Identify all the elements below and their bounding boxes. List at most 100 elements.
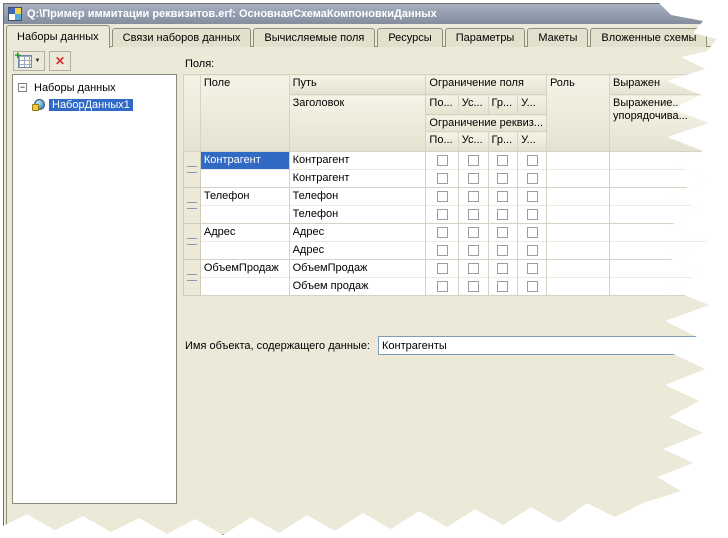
restriction-checkbox[interactable]: [527, 245, 538, 256]
field-value[interactable]: Контрагент: [201, 152, 289, 169]
role-cell[interactable]: [546, 152, 609, 188]
expression-cell[interactable]: [610, 224, 724, 260]
path-value[interactable]: Контрагент: [290, 152, 426, 169]
restriction-checkbox[interactable]: [468, 227, 479, 238]
tree-root-datasets[interactable]: − Наборы данных: [13, 79, 176, 96]
expression-cell[interactable]: [610, 152, 724, 188]
restriction-checkbox[interactable]: [527, 209, 538, 220]
restriction-checkbox[interactable]: [497, 173, 508, 184]
role-cell[interactable]: [546, 224, 609, 260]
col-header-path: Путь: [289, 75, 426, 95]
field-cell[interactable]: Адрес: [200, 224, 289, 260]
restriction-checkbox[interactable]: [437, 173, 448, 184]
restriction-checkbox[interactable]: [468, 263, 479, 274]
col-header-title: Заголовок: [289, 95, 426, 152]
add-dataset-button[interactable]: + ▼: [13, 51, 45, 71]
restriction-checkbox[interactable]: [527, 227, 538, 238]
restriction-cell: [426, 152, 458, 188]
restriction-cell: [426, 224, 458, 260]
restriction-checkbox[interactable]: [527, 155, 538, 166]
title-bar[interactable]: Q:\Пример иммитации реквизитов.erf: Осно…: [4, 4, 724, 24]
row-grip[interactable]: [184, 260, 201, 296]
path-cell[interactable]: Контрагент Контрагент: [289, 152, 426, 188]
restriction-checkbox[interactable]: [468, 191, 479, 202]
tree-item-dataset1[interactable]: НаборДанных1: [13, 96, 176, 113]
restriction-checkbox[interactable]: [468, 155, 479, 166]
tab-layouts[interactable]: Макеты: [527, 28, 588, 47]
path-cell[interactable]: ОбъемПродаж Объем продаж: [289, 260, 426, 296]
field-cell[interactable]: ОбъемПродаж: [200, 260, 289, 296]
delete-dataset-button[interactable]: ✕: [49, 51, 71, 71]
expression-cell[interactable]: [610, 260, 724, 296]
restriction-checkbox[interactable]: [437, 263, 448, 274]
restriction-checkbox[interactable]: [527, 173, 538, 184]
row-grip[interactable]: [184, 188, 201, 224]
restriction-cell: [426, 188, 458, 224]
restriction-checkbox[interactable]: [527, 191, 538, 202]
expression-cell[interactable]: [610, 188, 724, 224]
restriction-checkbox[interactable]: [437, 191, 448, 202]
restriction-checkbox[interactable]: [497, 155, 508, 166]
restriction-checkbox[interactable]: [437, 227, 448, 238]
tree-expander-icon[interactable]: −: [18, 83, 27, 92]
restriction-checkbox[interactable]: [468, 281, 479, 292]
col-header-attr-restriction: Ограничение реквиз...: [426, 115, 547, 132]
field-cell[interactable]: Контрагент: [200, 152, 289, 188]
restriction-checkbox[interactable]: [468, 245, 479, 256]
window-icon: [8, 7, 22, 21]
restriction-checkbox[interactable]: [497, 263, 508, 274]
delete-icon: ✕: [55, 54, 65, 68]
path-value[interactable]: ОбъемПродаж: [290, 260, 426, 277]
restriction-checkbox[interactable]: [527, 281, 538, 292]
restriction-checkbox[interactable]: [527, 263, 538, 274]
restriction-checkbox[interactable]: [437, 209, 448, 220]
add-table-icon: +: [18, 55, 32, 68]
tab-nested-schemas[interactable]: Вложенные схемы: [590, 28, 707, 47]
field-cell[interactable]: Телефон: [200, 188, 289, 224]
object-name-input[interactable]: [378, 336, 724, 355]
fields-caption: Поля:: [185, 58, 214, 70]
role-cell[interactable]: [546, 260, 609, 296]
title-value[interactable]: Контрагент: [290, 169, 426, 187]
tab-datasets[interactable]: Наборы данных: [6, 25, 110, 48]
col-header-restriction-4: У...: [518, 95, 547, 115]
restriction-cell: [458, 152, 488, 188]
title-value[interactable]: Телефон: [290, 205, 426, 223]
tab-parameters[interactable]: Параметры: [445, 28, 526, 47]
restriction-checkbox[interactable]: [497, 209, 508, 220]
expression-sub-line2: упорядочива...: [613, 110, 720, 123]
path-value[interactable]: Адрес: [290, 224, 426, 241]
object-name-label: Имя объекта, содержащего данные:: [185, 340, 370, 352]
restriction-cell: [458, 188, 488, 224]
restriction-checkbox[interactable]: [437, 281, 448, 292]
col-header-role: Роль: [546, 75, 609, 152]
path-cell[interactable]: Телефон Телефон: [289, 188, 426, 224]
tab-dataset-links[interactable]: Связи наборов данных: [112, 28, 252, 47]
restriction-checkbox[interactable]: [497, 245, 508, 256]
role-cell[interactable]: [546, 188, 609, 224]
field-value[interactable]: Телефон: [201, 188, 289, 205]
grip-icon: [187, 274, 197, 281]
field-value[interactable]: Адрес: [201, 224, 289, 241]
restriction-cell: [518, 152, 547, 188]
restriction-checkbox[interactable]: [468, 209, 479, 220]
title-value[interactable]: Объем продаж: [290, 277, 426, 295]
tab-page-datasets: + ▼ ✕ Поля: − Наборы данных НаборДанных1: [6, 46, 725, 535]
restriction-checkbox[interactable]: [497, 281, 508, 292]
col-header-expression-sub: Выражение... упорядочива...: [610, 95, 724, 152]
col-header-attr-restriction-2: Ус...: [458, 132, 488, 152]
tab-strip: Наборы данных Связи наборов данных Вычис…: [6, 24, 709, 47]
row-grip[interactable]: [184, 152, 201, 188]
restriction-checkbox[interactable]: [468, 173, 479, 184]
tab-calculated-fields[interactable]: Вычисляемые поля: [253, 28, 375, 47]
path-cell[interactable]: Адрес Адрес: [289, 224, 426, 260]
title-value[interactable]: Адрес: [290, 241, 426, 259]
tab-resources[interactable]: Ресурсы: [377, 28, 442, 47]
restriction-checkbox[interactable]: [497, 191, 508, 202]
restriction-checkbox[interactable]: [497, 227, 508, 238]
restriction-checkbox[interactable]: [437, 245, 448, 256]
field-value[interactable]: ОбъемПродаж: [201, 260, 289, 277]
restriction-checkbox[interactable]: [437, 155, 448, 166]
row-grip[interactable]: [184, 224, 201, 260]
path-value[interactable]: Телефон: [290, 188, 426, 205]
